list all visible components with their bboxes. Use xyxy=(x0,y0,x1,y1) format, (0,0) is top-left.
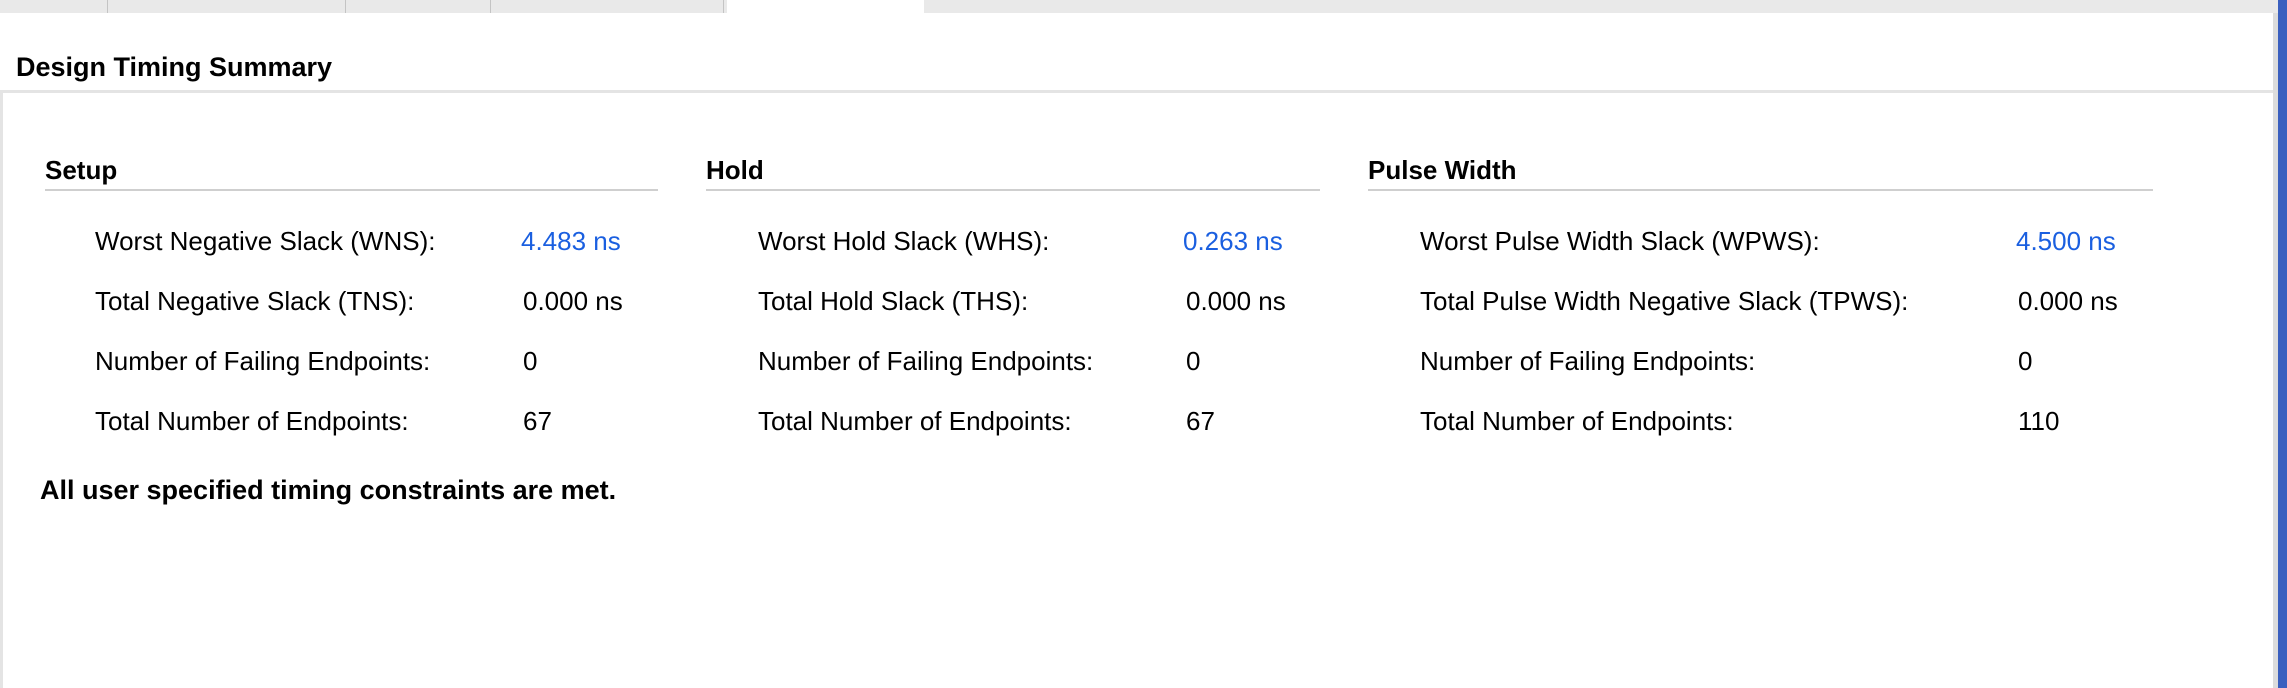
pw-total-label: Total Number of Endpoints: xyxy=(1420,406,1734,436)
setup-failing-value: 0 xyxy=(523,346,538,376)
pw-total-value: 110 xyxy=(2018,406,2060,436)
hold-failing-value: 0 xyxy=(1186,346,1201,376)
tns-label: Total Negative Slack (TNS): xyxy=(95,286,415,316)
pulse-width-title: Pulse Width xyxy=(1368,155,2153,191)
tab-2[interactable] xyxy=(108,0,346,13)
setup-title: Setup xyxy=(45,155,658,191)
tpws-value: 0.000 ns xyxy=(2018,286,2118,316)
tab-active[interactable] xyxy=(727,0,924,14)
summary-header: Design Timing Summary xyxy=(0,13,2273,93)
wpws-label: Worst Pulse Width Slack (WPWS): xyxy=(1420,226,1820,256)
setup-failing-label: Number of Failing Endpoints: xyxy=(95,346,431,376)
page-title: Design Timing Summary xyxy=(16,52,333,82)
wpws-value-link[interactable]: 4.500 ns xyxy=(2016,226,2116,256)
timing-summary-window: Design Timing Summary Setup Worst Negati… xyxy=(0,0,2287,688)
tab-1[interactable] xyxy=(0,0,108,13)
left-border xyxy=(0,93,3,688)
whs-value-link[interactable]: 0.263 ns xyxy=(1183,226,1283,256)
tab-strip xyxy=(0,0,2287,14)
wns-label: Worst Negative Slack (WNS): xyxy=(95,226,436,256)
setup-total-label: Total Number of Endpoints: xyxy=(95,406,409,436)
pulse-width-section: Pulse Width Worst Pulse Width Slack (WPW… xyxy=(1368,155,2153,436)
window-border xyxy=(2278,0,2287,688)
hold-total-value: 67 xyxy=(1186,406,1215,436)
tab-4[interactable] xyxy=(491,0,724,13)
hold-failing-label: Number of Failing Endpoints: xyxy=(758,346,1094,376)
tab-3[interactable] xyxy=(346,0,491,13)
hold-title: Hold xyxy=(706,155,1320,191)
constraints-met-message: All user specified timing constraints ar… xyxy=(40,475,617,505)
pw-failing-value: 0 xyxy=(2018,346,2033,376)
hold-total-label: Total Number of Endpoints: xyxy=(758,406,1072,436)
wns-value-link[interactable]: 4.483 ns xyxy=(521,226,621,256)
pw-failing-label: Number of Failing Endpoints: xyxy=(1420,346,1756,376)
setup-total-value: 67 xyxy=(523,406,552,436)
whs-label: Worst Hold Slack (WHS): xyxy=(758,226,1050,256)
tpws-label: Total Pulse Width Negative Slack (TPWS): xyxy=(1420,286,1909,316)
tns-value: 0.000 ns xyxy=(523,286,623,316)
setup-section: Setup Worst Negative Slack (WNS): 4.483 … xyxy=(45,155,658,436)
ths-value: 0.000 ns xyxy=(1186,286,1286,316)
ths-label: Total Hold Slack (THS): xyxy=(758,286,1029,316)
hold-section: Hold Worst Hold Slack (WHS): 0.263 ns To… xyxy=(706,155,1320,436)
